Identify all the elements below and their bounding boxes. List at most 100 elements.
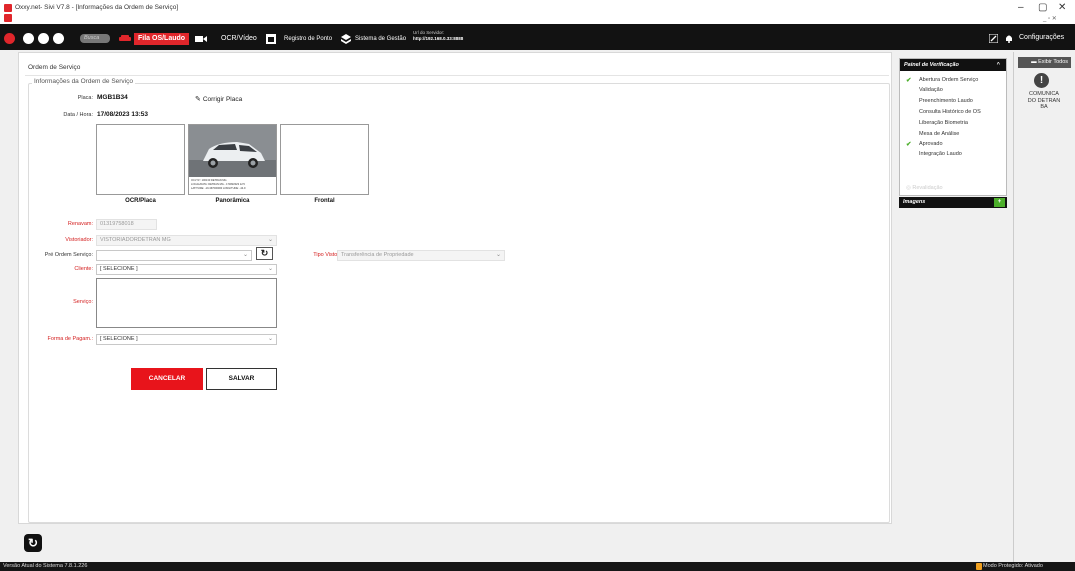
car-icon [119, 35, 131, 41]
maximize-button[interactable]: ▢ [1038, 2, 1047, 13]
tab-registro-de-ponto[interactable]: Registro de Ponto [284, 33, 332, 45]
tab-fila-os-laudo[interactable]: Fila OS/Laudo [134, 33, 190, 45]
tab-sistema-de-gestao[interactable]: Sistema de Gestão [355, 33, 406, 45]
photo-overlay-line-1: OCV Nº: 100133 DETRAN MG [191, 178, 227, 182]
forma-pagamento-select[interactable]: [ SELECIONE ] ⌄ [96, 334, 277, 345]
power-icon[interactable] [4, 33, 15, 44]
exibir-todos-button[interactable]: ▬ Exibir Todos [1018, 57, 1071, 68]
forward-icon[interactable] [38, 33, 49, 44]
car-photo: OCV Nº: 100133 DETRAN MG LOCAL/DATA: DET… [189, 125, 276, 194]
refresh-pre-ordem-button[interactable]: ↻ [256, 247, 273, 260]
server-url-value: http://192.168.0.33:8888 [413, 36, 464, 41]
panel-item: Mesa de Análise [919, 131, 960, 137]
save-button[interactable]: SALVAR [206, 368, 277, 390]
tab-ocr-video[interactable]: OCR/Vídeo [221, 33, 257, 45]
cancel-button[interactable]: CANCELAR [131, 368, 203, 390]
comunica-line: BA [1040, 104, 1048, 110]
cliente-select[interactable]: [ SELECIONE ] ⌄ [96, 264, 277, 275]
pencil-icon: ✎ [195, 96, 201, 103]
chevron-down-icon: ⌄ [495, 252, 501, 258]
photo-overlay-line-2: LOCAL/DATA: DETRAN MG - 17/08/2023 12:5 [191, 182, 245, 186]
inner-window-controls[interactable]: _ ▫ ✕ [1043, 15, 1057, 22]
verification-panel-header[interactable]: Painel de Verificação ^ [900, 59, 1006, 71]
caption-ocr-placa: OCR/Placa [125, 198, 156, 204]
chevron-down-icon: ⌄ [267, 336, 273, 342]
renavam-label: Renavam: [67, 221, 93, 227]
exibir-todos-label: Exibir Todos [1038, 59, 1068, 65]
cliente-value: [ SELECIONE ] [100, 266, 138, 272]
server-url: Url do Servidor: http://192.168.0.33:888… [413, 30, 463, 42]
servico-textarea[interactable] [96, 278, 277, 328]
photo-ocr-placa[interactable] [96, 124, 185, 195]
chevron-down-icon: ⌄ [267, 266, 273, 272]
caption-panoramica: Panorâmica [215, 198, 250, 204]
forma-pagamento-label: Forma de Pagam.: [47, 336, 93, 342]
corrigir-placa-link[interactable]: ✎ Corrigir Placa [195, 95, 242, 103]
app-icon [4, 4, 12, 12]
cliente-label: Cliente: [74, 266, 93, 272]
chevron-up-icon[interactable]: ^ [997, 59, 1000, 71]
back-icon[interactable] [23, 33, 34, 44]
panel-item: Abertura Ordem Serviço [919, 77, 979, 83]
calendar-icon [266, 34, 276, 44]
placa-label: Placa: [77, 95, 93, 101]
images-title: Imagens [903, 199, 926, 205]
refresh-icon: ◎ [906, 185, 911, 191]
group-title: Informações da Ordem de Serviço [32, 78, 135, 85]
tipo-vistoria-label: Tipo Vistoria: [313, 252, 345, 258]
add-image-icon[interactable]: + [994, 198, 1005, 207]
status-bar: Versão Atual do Sistema 7.8.1.226 Modo P… [0, 562, 1075, 571]
photo-panoramica[interactable]: OCV Nº: 100133 DETRAN MG LOCAL/DATA: DET… [188, 124, 277, 195]
pre-ordem-select[interactable]: ⌄ [96, 250, 252, 261]
panel-item: Preenchimento Laudo [919, 98, 973, 104]
minimize-button[interactable]: – [1018, 2, 1024, 13]
mdi-app-icon [4, 14, 12, 22]
sync-button[interactable]: ↻ [24, 534, 42, 552]
corrigir-placa-label: Corrigir Placa [202, 96, 243, 103]
data-hora-label: Data / Hora: [63, 112, 93, 118]
panel-item: Validação [919, 87, 943, 93]
servico-label: Serviço: [73, 299, 93, 305]
alert-icon[interactable]: ! [1034, 73, 1049, 88]
verification-panel-title: Painel de Verificação [904, 62, 959, 68]
bell-icon[interactable] [1005, 34, 1013, 43]
window-title: Oxxy.net- Sivi V7.8 - [Informações da Or… [15, 4, 179, 11]
check-icon: ✔ [906, 77, 912, 84]
revalidate-label: Revalidação [912, 185, 943, 191]
lock-icon [976, 563, 982, 570]
protected-mode-text: Modo Protegido: Ativado [983, 563, 1043, 569]
comunica-detran-link[interactable]: COMUNICA DO DETRAN BA [1016, 91, 1072, 111]
panel-item: Liberação Biometria [919, 120, 968, 126]
close-button[interactable]: ✕ [1058, 2, 1066, 13]
images-header: Imagens + [899, 197, 1007, 208]
revalidate-button[interactable]: ◎ Revalidação [906, 185, 943, 191]
chevron-down-icon: ⌄ [242, 252, 248, 258]
reload-icon[interactable] [53, 33, 64, 44]
order-form-panel: Ordem de Serviço Informações da Ordem de… [18, 52, 892, 524]
side-divider [1013, 52, 1014, 562]
search-input[interactable]: Busca [80, 34, 110, 43]
layers-icon [341, 34, 351, 44]
vistoriador-value: VISTORIADORDETRAN MG [100, 237, 171, 243]
forma-pagamento-value: [ SELECIONE ] [100, 336, 138, 342]
vistoriador-label: Vistoriador: [65, 237, 93, 243]
tipo-vistoria-select: Transferência de Propriedade ⌄ [337, 250, 505, 261]
edit-icon[interactable] [989, 34, 998, 43]
video-icon [195, 36, 207, 42]
data-hora-value: 17/08/2023 13:53 [97, 111, 148, 118]
panel-item: Aprovado [919, 141, 943, 147]
placa-value: MGB1B34 [97, 94, 128, 101]
sync-icon: ↻ [27, 536, 39, 550]
chevron-down-icon: ⌄ [267, 237, 273, 243]
title-divider [25, 75, 889, 76]
check-icon: ✔ [906, 141, 912, 148]
panel-item: Integração Laudo [919, 151, 962, 157]
title-bar: Oxxy.net- Sivi V7.8 - [Informações da Or… [0, 0, 1075, 24]
tipo-vistoria-value: Transferência de Propriedade [341, 252, 414, 258]
caption-frontal: Frontal [314, 198, 335, 204]
photo-frontal[interactable] [280, 124, 369, 195]
page-title: Ordem de Serviço [28, 64, 81, 71]
refresh-icon: ↻ [260, 248, 269, 258]
settings-link[interactable]: Configurações [1019, 34, 1064, 41]
renavam-field: 01319758018 [96, 219, 157, 230]
